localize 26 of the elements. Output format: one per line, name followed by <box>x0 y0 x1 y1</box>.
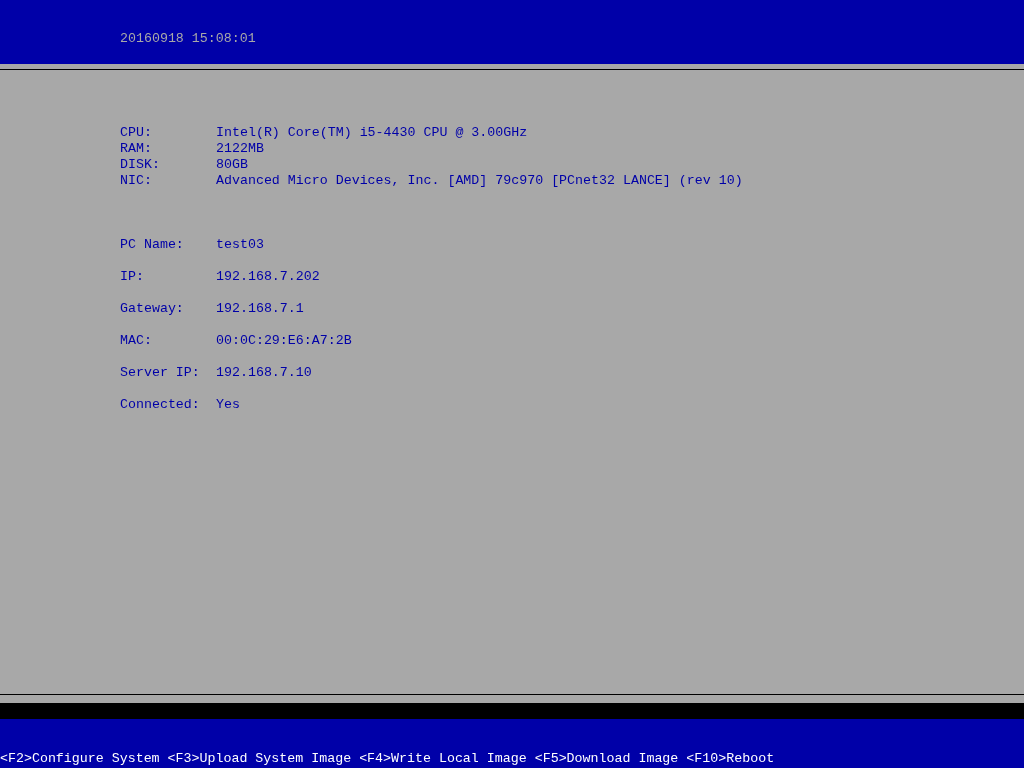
field-label: NIC: <box>120 173 153 189</box>
field-value: Yes <box>216 397 240 414</box>
field-label: IP: <box>120 269 145 286</box>
field-label: MAC: <box>120 333 153 350</box>
field-label: CPU: <box>120 125 153 141</box>
function-key-hint: <F2>Configure System <box>0 751 160 767</box>
field-value: Intel(R) Core(TM) i5-4430 CPU @ 3.00GHz <box>216 125 528 141</box>
timestamp: 20160918 15:08:01 <box>120 31 256 46</box>
field-value: 192.168.7.10 <box>216 365 312 382</box>
field-label: PC Name: <box>120 237 185 254</box>
field-value: 192.168.7.202 <box>216 269 320 286</box>
field-value: Advanced Micro Devices, Inc. [AMD] 79c970 [PCnet32 LANCE] (rev 10) <box>216 173 743 189</box>
field-label: RAM: <box>120 141 153 157</box>
field-label: Server IP: <box>120 365 201 382</box>
field-label: DISK: <box>120 157 161 173</box>
function-key-hint: <F10>Reboot <box>686 751 775 767</box>
field-value: 00:0C:29:E6:A7:2B <box>216 333 352 350</box>
field-value: 2122MB <box>216 141 264 157</box>
function-key-hint: <F5>Download Image <box>534 751 679 767</box>
field-label: Gateway: <box>120 301 185 318</box>
function-key-hint: <F3>Upload System Image <box>167 751 352 767</box>
field-label: Connected: <box>120 397 201 414</box>
function-key-hint: <F4>Write Local Image <box>359 751 527 767</box>
field-value: test03 <box>216 237 264 254</box>
field-value: 80GB <box>216 157 248 173</box>
field-value: 192.168.7.1 <box>216 301 304 318</box>
